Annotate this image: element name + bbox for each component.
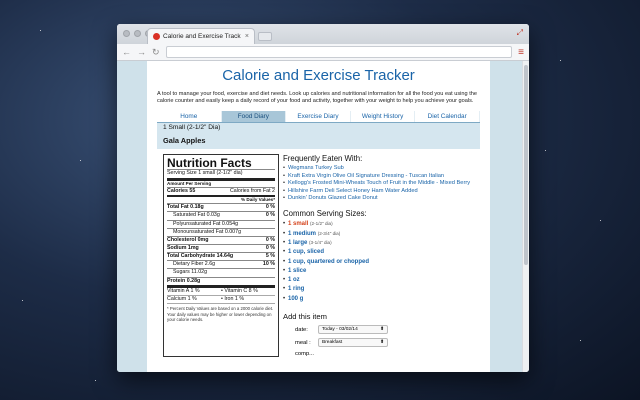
date-label: date: <box>295 326 308 333</box>
serving-amount[interactable]: 100 g <box>288 296 303 302</box>
nutrient-row: Sugars 11.02g <box>167 268 275 276</box>
apple-favicon-icon <box>153 33 160 40</box>
frequent-heading: Frequently Eaten With: <box>283 154 363 164</box>
serving-amount[interactable]: 1 slice <box>288 268 306 274</box>
serving-note: (3-1/4" dia) <box>309 239 332 245</box>
date-select[interactable]: Today - 03/02/14 ⬍ <box>318 325 388 335</box>
tab-strip: Calorie and Exercise Track × ⤢ <box>117 24 529 44</box>
serving-amount[interactable]: 1 ring <box>288 286 304 292</box>
select-arrow-icon: ⬍ <box>379 340 384 346</box>
menu-icon[interactable]: ≡ <box>518 47 524 58</box>
nav-weight-history[interactable]: Weight History <box>351 111 416 123</box>
nutrient-row: Total Fat 0.18g 0 % <box>167 203 275 211</box>
serving-size-item[interactable]: 1 slice <box>283 267 474 277</box>
browser-tab[interactable]: Calorie and Exercise Track × <box>147 28 255 44</box>
nutrient-row: Monounsaturated Fat 0.007g <box>167 227 275 236</box>
calories-row: Calories 55 Calories from Fat 2 <box>167 186 275 194</box>
serving-amount[interactable]: 1 cup, sliced <box>288 249 324 255</box>
page-scrollbar[interactable] <box>522 61 529 372</box>
page-viewport: Calorie and Exercise Tracker A tool to m… <box>117 61 529 372</box>
tab-title: Calorie and Exercise Track <box>163 33 241 40</box>
nav-exercise-diary[interactable]: Exercise Diary <box>286 111 351 123</box>
browser-toolbar: ← → ↻ ≡ <box>117 44 529 61</box>
nutrient-row: Protein 0.28g <box>167 276 275 285</box>
select-arrow-icon: ⬍ <box>379 327 384 333</box>
serving-size-item[interactable]: 1 ring <box>283 285 474 295</box>
third-label: comp... <box>295 351 315 358</box>
serving-size-item[interactable]: 100 g <box>283 295 474 305</box>
meal-label: meal : <box>295 339 311 346</box>
calcium: Calcium 1 % <box>167 296 221 304</box>
nav-home[interactable]: Home <box>157 111 222 123</box>
servings-list: 1 small (2-1/2" dia)1 medium (2-3/4" dia… <box>283 220 474 304</box>
third-row: comp... <box>283 351 474 357</box>
servings-heading: Common Serving Sizes: <box>283 209 367 219</box>
fullscreen-icon[interactable]: ⤢ <box>517 28 523 38</box>
serving-size: Serving Size 1 small (2-1/2" dia) <box>167 169 275 177</box>
forward-icon[interactable]: → <box>137 47 146 57</box>
food-name: Gala Apples <box>157 132 480 150</box>
serving-size-item[interactable]: 1 cup, sliced <box>283 248 474 258</box>
meal-row: meal : Breakfast ⬍ <box>283 338 474 348</box>
serving-amount[interactable]: 1 cup, quartered or chopped <box>288 259 369 265</box>
serving-size-item[interactable]: 1 cup, quartered or chopped <box>283 258 474 268</box>
serving-line: 1 Small (2-1/2" Dia) <box>157 123 480 133</box>
serving-size-item[interactable]: 1 oz <box>283 276 474 286</box>
nav-diet-calendar[interactable]: Diet Calendar <box>415 111 480 123</box>
date-row: date: Today - 03/02/14 ⬍ <box>283 325 474 335</box>
serving-note: (2-3/4" dia) <box>317 230 341 236</box>
frequent-list: Wegmans Turkey SubKraft Extra Virgin Oli… <box>283 165 474 202</box>
nutrition-footnote: * Percent Daily Values are based on a 20… <box>167 305 274 323</box>
nutrient-row: Saturated Fat 0.03g 0 % <box>167 211 275 219</box>
iron: • Iron 1 % <box>221 296 275 304</box>
serving-amount[interactable]: 1 medium <box>288 231 316 237</box>
serving-size-item[interactable]: 1 small (2-1/2" dia) <box>283 220 474 230</box>
minimize-window-button[interactable] <box>134 30 141 37</box>
serving-size-item[interactable]: 1 large (3-1/4" dia) <box>283 239 474 249</box>
reload-icon[interactable]: ↻ <box>152 47 160 58</box>
frequent-link[interactable]: Wegmans Turkey Sub <box>283 165 474 173</box>
nutrient-row: Cholesterol 0mg 0 % <box>167 235 275 243</box>
intro-text: A tool to manage your food, exercise and… <box>157 91 477 105</box>
nutrition-facts-label: Nutrition Facts Serving Size 1 small (2-… <box>163 154 279 358</box>
nav-food-diary[interactable]: Food Diary <box>221 111 287 123</box>
frequent-link[interactable]: Hillshire Farm Deli Select Honey Ham Wat… <box>283 188 474 196</box>
vitamins-grid: Vitamin A 1 % • Vitamin C 8 % Calcium 1 … <box>167 284 275 304</box>
meal-select[interactable]: Breakfast ⬍ <box>318 338 388 348</box>
scroll-thumb[interactable] <box>524 65 528 265</box>
serving-amount[interactable]: 1 large <box>288 240 307 246</box>
food-detail: 1 Small (2-1/2" Dia) Gala Apples Nutriti… <box>157 123 480 363</box>
page-title: Calorie and Exercise Tracker <box>222 67 415 84</box>
tab-close-icon[interactable]: × <box>245 33 249 40</box>
daily-value-header: % Daily Values* <box>167 195 275 203</box>
nutrient-row: Total Carbohydrate 14.64g 5 % <box>167 252 275 260</box>
close-window-button[interactable] <box>123 30 130 37</box>
frequent-link[interactable]: Dunkin' Donuts Glazed Cake Donut <box>283 195 474 203</box>
browser-window: Calorie and Exercise Track × ⤢ ← → ↻ ≡ C… <box>117 24 529 372</box>
frequent-link[interactable]: Kraft Extra Virgin Olive Oil Signature D… <box>283 173 474 181</box>
main-nav: Home Food Diary Exercise Diary Weight Hi… <box>157 111 480 124</box>
page-container: Calorie and Exercise Tracker A tool to m… <box>147 61 490 372</box>
nutrient-row: Sodium 1mg 0 % <box>167 243 275 251</box>
amount-per-serving: Amount Per Serving <box>167 177 275 187</box>
serving-size-item[interactable]: 1 medium (2-3/4" dia) <box>283 230 474 240</box>
frequent-link[interactable]: Kellogg's Frosted Mini-Wheats Touch of F… <box>283 180 474 188</box>
vitamin-c: • Vitamin C 8 % <box>221 288 275 296</box>
back-icon[interactable]: ← <box>122 47 131 57</box>
vitamin-a: Vitamin A 1 % <box>167 288 221 296</box>
add-item-heading: Add this item <box>283 312 327 322</box>
serving-note: (2-1/2" dia) <box>310 221 333 227</box>
serving-amount[interactable]: 1 oz <box>288 277 300 283</box>
sidebar-info: Frequently Eaten With: Wegmans Turkey Su… <box>283 154 474 357</box>
address-bar[interactable] <box>165 46 513 58</box>
nutrient-row: Dietary Fiber 2.6g 10 % <box>167 260 275 268</box>
serving-amount[interactable]: 1 small <box>288 221 308 227</box>
nutrition-facts-title: Nutrition Facts <box>167 156 252 171</box>
nutrient-row: Polyunsaturated Fat 0.054g <box>167 219 275 228</box>
new-tab-button[interactable] <box>258 32 272 41</box>
